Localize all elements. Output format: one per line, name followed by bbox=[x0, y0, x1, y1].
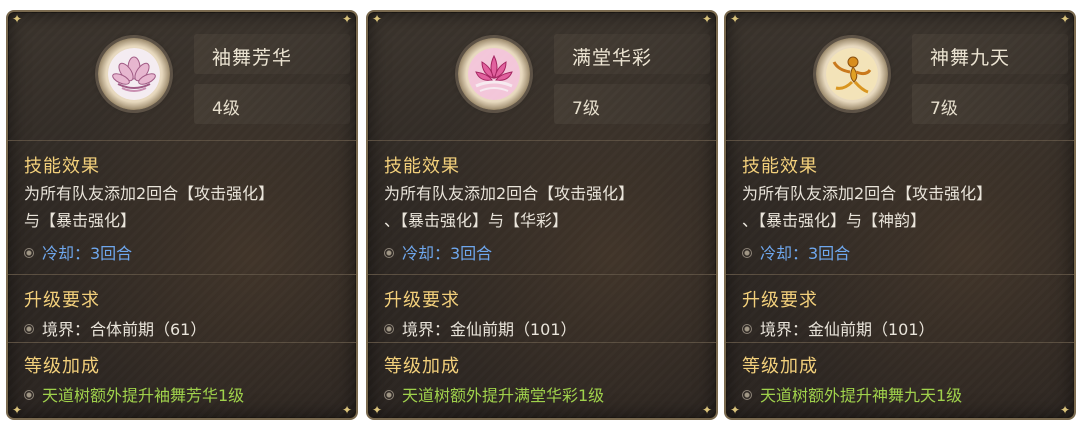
section-title-requirement: 升级要求 bbox=[742, 290, 818, 311]
requirement-text: 境界：合体前期（61） bbox=[42, 320, 207, 339]
dancer-icon bbox=[826, 48, 878, 100]
bonus-row: 天道树额外提升袖舞芳华1级 bbox=[24, 382, 244, 406]
requirement-row: 境界：金仙前期（101） bbox=[384, 316, 577, 340]
skill-header: 满堂华彩 7级 bbox=[368, 12, 716, 138]
effect-description: 为所有队友添加2回合【攻击强化】 与【暴击强化】 bbox=[24, 184, 275, 230]
requirement-text: 境界：金仙前期（101） bbox=[760, 320, 935, 339]
cooldown-text: 冷却：3回合 bbox=[402, 244, 493, 263]
section-title-bonus: 等级加成 bbox=[384, 356, 460, 377]
bonus-text: 天道树额外提升满堂华彩1级 bbox=[402, 386, 605, 405]
upgrade-requirement-section: 升级要求 境界：金仙前期（101） bbox=[368, 274, 716, 340]
skill-header: 袖舞芳华 4级 bbox=[8, 12, 356, 138]
skill-level-box: 4级 bbox=[194, 84, 350, 124]
divider bbox=[368, 342, 716, 343]
bonus-row: 天道树额外提升满堂华彩1级 bbox=[384, 382, 604, 406]
bullet-icon bbox=[384, 247, 394, 258]
divider bbox=[368, 274, 716, 275]
skill-card-1[interactable]: ✦ ✦ ✦ ✦ 袖舞芳华 4级 技能效果 为所有队友添加2回合【攻击强化】 与【… bbox=[6, 10, 358, 420]
divider bbox=[8, 140, 356, 141]
skill-level: 7级 bbox=[930, 99, 958, 119]
section-title-bonus: 等级加成 bbox=[742, 356, 818, 377]
section-title-effect: 技能效果 bbox=[384, 156, 460, 177]
bullet-icon bbox=[24, 389, 34, 400]
divider bbox=[8, 274, 356, 275]
skill-effect-section: 技能效果 为所有队友添加2回合【攻击强化】 、【暴击强化】与【神韵】 冷却：3回… bbox=[726, 140, 1074, 272]
divider bbox=[726, 140, 1074, 141]
skill-card-3[interactable]: ✦ ✦ ✦ ✦ 神舞九天 7级 技能效果 为所有队友添加2回合【攻击强化】 、【… bbox=[724, 10, 1076, 420]
level-bonus-section: 等级加成 天道树额外提升神舞九天1级 bbox=[726, 342, 1074, 418]
section-title-effect: 技能效果 bbox=[742, 156, 818, 177]
section-title-requirement: 升级要求 bbox=[384, 290, 460, 311]
skill-card-2[interactable]: ✦ ✦ ✦ ✦ 满堂华彩 7级 技能效果 为所有队友添加2回合【攻击强化】 、【… bbox=[366, 10, 718, 420]
bonus-text: 天道树额外提升神舞九天1级 bbox=[760, 386, 963, 405]
effect-description: 为所有队友添加2回合【攻击强化】 、【暴击强化】与【神韵】 bbox=[742, 184, 993, 230]
bonus-text: 天道树额外提升袖舞芳华1级 bbox=[42, 386, 245, 405]
requirement-row: 境界：金仙前期（101） bbox=[742, 316, 935, 340]
requirement-text: 境界：金仙前期（101） bbox=[402, 320, 577, 339]
section-title-bonus: 等级加成 bbox=[24, 356, 100, 377]
bullet-icon bbox=[24, 323, 34, 334]
section-title-requirement: 升级要求 bbox=[24, 290, 100, 311]
upgrade-requirement-section: 升级要求 境界：合体前期（61） bbox=[8, 274, 356, 340]
skill-level-box: 7级 bbox=[554, 84, 710, 124]
divider bbox=[8, 342, 356, 343]
requirement-row: 境界：合体前期（61） bbox=[24, 316, 206, 340]
section-title-effect: 技能效果 bbox=[24, 156, 100, 177]
cooldown-text: 冷却：3回合 bbox=[760, 244, 851, 263]
effect-description: 为所有队友添加2回合【攻击强化】 、【暴击强化】与【华彩】 bbox=[384, 184, 635, 230]
cooldown-text: 冷却：3回合 bbox=[42, 244, 133, 263]
skill-name: 满堂华彩 bbox=[572, 47, 653, 69]
lotus-icon bbox=[108, 48, 160, 100]
skill-icon-frame bbox=[458, 38, 530, 110]
bullet-icon bbox=[742, 389, 752, 400]
bonus-row: 天道树额外提升神舞九天1级 bbox=[742, 382, 962, 406]
pink-lotus-icon bbox=[468, 48, 520, 100]
skill-header: 神舞九天 7级 bbox=[726, 12, 1074, 138]
skill-name-box: 神舞九天 bbox=[912, 34, 1068, 74]
bullet-icon bbox=[384, 323, 394, 334]
skill-icon-frame bbox=[816, 38, 888, 110]
bullet-icon bbox=[742, 247, 752, 258]
skill-icon-frame bbox=[98, 38, 170, 110]
skill-level-box: 7级 bbox=[912, 84, 1068, 124]
level-bonus-section: 等级加成 天道树额外提升袖舞芳华1级 bbox=[8, 342, 356, 418]
skill-name-box: 满堂华彩 bbox=[554, 34, 710, 74]
bullet-icon bbox=[384, 389, 394, 400]
divider bbox=[726, 274, 1074, 275]
skill-cards-panel: ✦ ✦ ✦ ✦ 袖舞芳华 4级 技能效果 为所有队友添加2回合【攻击强化】 与【… bbox=[0, 0, 1080, 427]
cooldown-row: 冷却：3回合 bbox=[742, 240, 850, 264]
skill-name-box: 袖舞芳华 bbox=[194, 34, 350, 74]
upgrade-requirement-section: 升级要求 境界：金仙前期（101） bbox=[726, 274, 1074, 340]
bullet-icon bbox=[24, 247, 34, 258]
skill-level: 7级 bbox=[572, 99, 600, 119]
skill-name: 袖舞芳华 bbox=[212, 47, 293, 69]
cooldown-row: 冷却：3回合 bbox=[384, 240, 492, 264]
divider bbox=[726, 342, 1074, 343]
level-bonus-section: 等级加成 天道树额外提升满堂华彩1级 bbox=[368, 342, 716, 418]
skill-effect-section: 技能效果 为所有队友添加2回合【攻击强化】 、【暴击强化】与【华彩】 冷却：3回… bbox=[368, 140, 716, 272]
cooldown-row: 冷却：3回合 bbox=[24, 240, 132, 264]
bullet-icon bbox=[742, 323, 752, 334]
divider bbox=[368, 140, 716, 141]
skill-level: 4级 bbox=[212, 99, 240, 119]
skill-effect-section: 技能效果 为所有队友添加2回合【攻击强化】 与【暴击强化】 冷却：3回合 bbox=[8, 140, 356, 272]
skill-name: 神舞九天 bbox=[930, 47, 1011, 69]
